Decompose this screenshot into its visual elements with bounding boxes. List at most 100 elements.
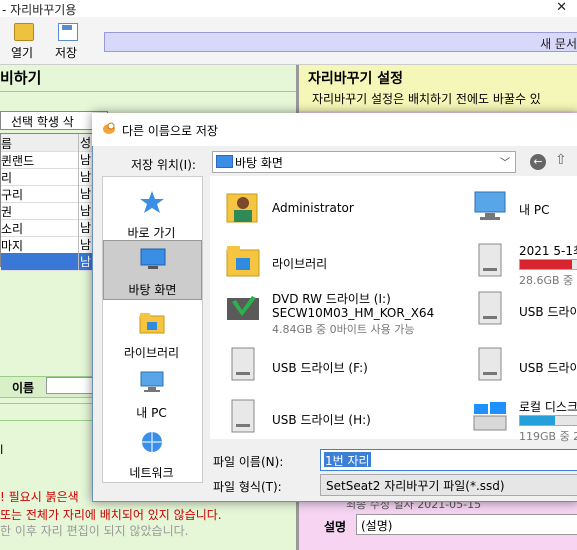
- student-name-cell: 리: [1, 171, 13, 185]
- file-name: USB 드라이브: [519, 305, 577, 319]
- table-row[interactable]: 리남: [1, 168, 99, 186]
- student-name-cell: 권: [1, 205, 13, 219]
- place-desktop[interactable]: 바탕 화면: [103, 240, 202, 300]
- table-row[interactable]: 소리 남: [1, 219, 99, 237]
- library-icon: [139, 310, 165, 334]
- file-subtext: 119GB 중 2: [519, 430, 577, 443]
- file-name: DVD RW 드라이브 (I:): [272, 292, 391, 306]
- save-button[interactable]: 저장: [44, 19, 88, 61]
- file-item[interactable]: 2021 5-1최 28.6GB 중 1: [473, 242, 577, 287]
- open-button[interactable]: 열기: [0, 19, 44, 61]
- file-name: 로컬 디스크: [519, 400, 577, 414]
- app-title-bar: - 자리바꾸기용: [0, 0, 577, 17]
- file-name: USB 드라이브 (F:): [272, 361, 368, 375]
- app-title: - 자리바꾸기용: [2, 3, 77, 17]
- place-label: 내 PC: [136, 406, 167, 420]
- filename-label: 파일 이름(N):: [213, 455, 284, 469]
- file-item[interactable]: 로컬 디스크 119GB 중 2: [473, 398, 577, 443]
- file-name: 2021 5-1최: [519, 244, 577, 258]
- file-item[interactable]: USB 드라이브 (F:): [226, 346, 466, 390]
- desktop-icon: [216, 155, 233, 168]
- user-folder-icon: [226, 188, 260, 224]
- file-name: USB 드라이브 (H:): [272, 413, 371, 427]
- close-icon[interactable]: ✕: [556, 0, 567, 15]
- divider: [0, 403, 96, 404]
- place-label: 바로 가기: [127, 226, 176, 240]
- pc-icon: [139, 370, 165, 394]
- description-input[interactable]: (설명): [356, 514, 577, 535]
- back-arrow-icon[interactable]: ←: [530, 154, 546, 170]
- place-pc[interactable]: 내 PC: [103, 364, 200, 422]
- file-item[interactable]: USB 드라이브: [473, 290, 577, 334]
- filetype-label: 파일 형식(T):: [213, 480, 282, 494]
- dvd-icon: [226, 290, 260, 326]
- file-item[interactable]: Administrator: [226, 188, 466, 232]
- place-label: 바탕 화면: [128, 283, 177, 297]
- storage-bar-fill: [520, 260, 573, 269]
- place-star[interactable]: 바로 가기: [103, 184, 200, 242]
- place-library[interactable]: 라이브러리: [103, 304, 200, 362]
- table-row[interactable]: 퀸랜드 남: [1, 151, 99, 169]
- description-label: 설명: [324, 520, 347, 534]
- file-item[interactable]: 내 PC: [473, 188, 577, 232]
- file-subtext: 4.84GB 중 0바이트 사용 가능: [272, 323, 415, 336]
- place-label: 라이브러리: [123, 346, 180, 360]
- file-item[interactable]: 라이브러리: [226, 242, 466, 286]
- student-name-cell: 퀸랜드: [1, 154, 35, 168]
- network-icon: [139, 430, 165, 454]
- star-icon: [139, 190, 165, 214]
- student-grid[interactable]: 름 성 퀸랜드 남 리 남 구리 남 권 남 소리 남 마지 남 남: [0, 133, 100, 271]
- save-location-value: 바탕 화면: [235, 156, 283, 170]
- save-icon: [58, 23, 78, 41]
- storage-bar: [519, 259, 577, 270]
- table-row[interactable]: 구리 남: [1, 185, 99, 203]
- file-item[interactable]: USB 드라이브: [473, 346, 577, 390]
- student-name-cell: 구리: [1, 188, 24, 202]
- open-label: 열기: [10, 46, 34, 60]
- place-label: 네트워크: [129, 466, 174, 480]
- name-input[interactable]: [46, 377, 96, 394]
- warning-note: 또는 전체가 자리에 배치되어 있지 않습니다.: [0, 508, 222, 522]
- table-row[interactable]: 권남: [1, 202, 99, 220]
- place-network[interactable]: 네트워크: [103, 424, 200, 482]
- file-subtext: 28.6GB 중 1: [519, 274, 577, 287]
- folder-open-icon: [14, 23, 34, 41]
- info-note: 한 이후 자리 편집이 되지 않았습니다.: [0, 524, 189, 538]
- file-item[interactable]: DVD RW 드라이브 (I:) SECW10M03_HM_KOR_X64 4.84…: [226, 290, 466, 336]
- new-document-label: 새 문서: [540, 37, 577, 51]
- settings-title: 자리바꾸기 설정: [308, 71, 404, 87]
- usb-drive-icon: [226, 398, 260, 434]
- name-label: 이름: [12, 381, 35, 395]
- windows-drive-icon: [473, 398, 507, 434]
- drive-icon: [473, 242, 507, 278]
- dialog-title: 다른 이름으로 저장: [122, 124, 218, 138]
- divider: [0, 420, 96, 421]
- file-item[interactable]: USB 드라이브 (H:): [226, 398, 466, 442]
- save-location-label: 저장 위치(I):: [131, 158, 196, 172]
- description-value: (설명): [361, 519, 393, 533]
- save-label: 저장: [54, 46, 78, 60]
- usb-drive-icon: [226, 346, 260, 382]
- filetype-value: SetSeat2 자리바꾸기 파일(*.ssd): [326, 479, 505, 493]
- usb-drive-icon: [473, 346, 507, 382]
- pc-icon: [473, 188, 507, 224]
- left-misc-text: l: [0, 443, 4, 457]
- app-logo-icon: [103, 122, 115, 134]
- file-line2: SECW10M03_HM_KOR_X64: [272, 306, 435, 320]
- settings-description: 자리바꾸기 설정은 배치하기 전에도 바꿀수 있: [312, 92, 541, 106]
- delete-selected-label: 선택 학생 삭: [11, 115, 74, 129]
- student-name-cell: 마지: [1, 239, 24, 253]
- storage-bar-fill: [520, 416, 555, 425]
- table-row[interactable]: 남: [1, 253, 99, 271]
- warning-note: ! 필요시 붉은색: [0, 490, 79, 504]
- up-folder-icon[interactable]: ⇧: [555, 152, 571, 170]
- grid-header-name: 름: [1, 137, 13, 151]
- new-document-bar[interactable]: [104, 32, 577, 52]
- storage-bar: [519, 415, 577, 426]
- chevron-down-icon[interactable]: ﹀: [500, 154, 510, 169]
- seating-panel-title: 비하기: [0, 69, 42, 87]
- library-icon: [226, 242, 260, 278]
- table-row[interactable]: 마지 남: [1, 236, 99, 254]
- file-name: USB 드라이브: [519, 361, 577, 375]
- desktop-icon: [140, 247, 166, 271]
